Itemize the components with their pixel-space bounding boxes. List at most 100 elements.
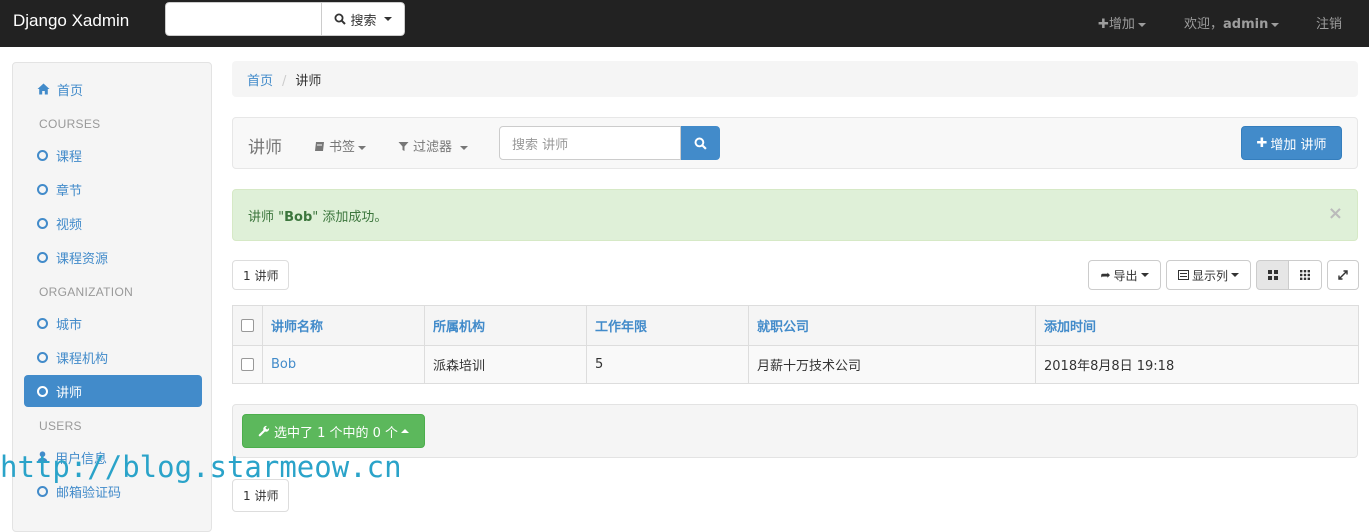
username: admin	[1223, 17, 1269, 32]
sidebar-item-label: 首页	[57, 83, 84, 99]
compact-view-button[interactable]	[1289, 260, 1322, 290]
teacher-name-link[interactable]: Bob	[271, 357, 296, 372]
sidebar-item-teachers[interactable]: 讲师	[24, 375, 202, 407]
sidebar-item-course-orgs[interactable]: 课程机构	[24, 341, 202, 373]
user-menu[interactable]: 欢迎，admin	[1184, 13, 1280, 32]
chevron-down-icon	[1231, 273, 1239, 277]
breadcrumb-separator: /	[282, 74, 287, 89]
column-header[interactable]: 工作年限	[586, 305, 749, 346]
sidebar-item-videos[interactable]: 视频	[24, 207, 202, 239]
nav-add-label: 增加	[1108, 17, 1135, 32]
sidebar-item-label: 讲师	[56, 385, 83, 401]
sidebar-item-course-resources[interactable]: 课程资源	[24, 241, 202, 273]
sidebar-section-header: COURSES	[39, 117, 101, 131]
grid-small-icon	[1300, 270, 1310, 280]
add-teacher-label: 增加 讲师	[1270, 137, 1327, 153]
table-cell: Bob	[262, 345, 425, 384]
sidebar-item-home[interactable]: 首页	[24, 73, 202, 105]
list-search-button[interactable]	[681, 126, 720, 160]
share-icon: ➦	[1100, 268, 1111, 282]
grid-view-button[interactable]	[1256, 260, 1289, 290]
list-icon	[1177, 270, 1189, 280]
add-teacher-button[interactable]: ✚ 增加 讲师	[1241, 126, 1342, 160]
chevron-down-icon	[1271, 22, 1280, 27]
select-all-checkbox[interactable]	[241, 319, 254, 332]
filter-icon	[398, 142, 409, 151]
export-label: 导出	[1113, 268, 1138, 283]
circle-icon	[37, 183, 48, 195]
circle-icon	[37, 251, 48, 263]
chevron-down-icon	[1137, 22, 1146, 27]
logout-link[interactable]: 注销	[1316, 13, 1342, 32]
export-button[interactable]: ➦ 导出	[1088, 260, 1161, 290]
breadcrumb-current: 讲师	[295, 74, 322, 89]
success-alert: 讲师 "Bob" 添加成功。 ×	[232, 189, 1358, 241]
column-header[interactable]: 所属机构	[424, 305, 587, 346]
filters-label: 过滤器	[413, 140, 453, 155]
sidebar-item-courses[interactable]: 课程	[24, 139, 202, 171]
table-header-row: 讲师名称 所属机构 工作年限 就职公司 添加时间	[232, 305, 1359, 346]
filters-menu[interactable]: 过滤器	[398, 136, 469, 155]
search-icon	[694, 137, 707, 150]
sidebar-item-label: 课程	[56, 149, 83, 165]
brand-logo[interactable]: Django Xadmin	[13, 11, 129, 31]
list-toolbar: 讲师 书签 过滤器 搜索 讲师 ✚ 增加 讲师	[232, 117, 1358, 169]
table-cell: 派森培训	[424, 345, 587, 384]
column-header[interactable]: 讲师名称	[262, 305, 425, 346]
sidebar-item-cities[interactable]: 城市	[24, 307, 202, 339]
close-icon[interactable]: ×	[1328, 203, 1343, 224]
sidebar-item-label: 章节	[56, 183, 83, 199]
circle-icon	[37, 317, 48, 329]
nav-add-menu[interactable]: ✚增加	[1098, 13, 1146, 32]
sidebar-item-label: 视频	[56, 217, 83, 233]
chevron-down-icon	[1140, 273, 1149, 277]
bulk-action-label: 选中了 1 个中的 0 个	[273, 425, 399, 441]
chevron-down-icon	[383, 17, 392, 21]
sidebar-item-label: 课程资源	[56, 251, 109, 267]
sidebar-item-label: 邮箱验证码	[56, 485, 122, 501]
columns-label: 显示列	[1191, 268, 1228, 283]
table-cell: 月薪十万技术公司	[748, 345, 1036, 384]
sidebar-item-label: 课程机构	[56, 351, 109, 367]
result-count: 1 讲师	[232, 260, 290, 290]
bookmarks-label: 书签	[329, 140, 356, 155]
view-mode-toggle	[1256, 260, 1322, 290]
table-row: Bob 派森培训 5 月薪十万技术公司 2018年8月8日 19:18	[232, 345, 1359, 384]
welcome-text: 欢迎，	[1184, 17, 1224, 32]
global-search-input[interactable]	[165, 2, 322, 36]
table-cell: 5	[586, 345, 749, 384]
global-search-label: 搜索	[350, 13, 377, 29]
alert-item-name: Bob	[284, 210, 313, 225]
circle-icon	[37, 385, 48, 397]
global-search-button[interactable]: 搜索	[322, 2, 405, 36]
column-header[interactable]: 就职公司	[748, 305, 1036, 346]
watermark-text: http://blog.starmeow.cn	[0, 450, 402, 484]
list-search-input[interactable]: 搜索 讲师	[499, 126, 681, 160]
sidebar-item-chapters[interactable]: 章节	[24, 173, 202, 205]
book-icon	[315, 142, 324, 151]
search-icon	[334, 13, 347, 25]
row-select-cell	[232, 345, 263, 384]
bulk-action-button[interactable]: 选中了 1 个中的 0 个	[242, 414, 425, 448]
alert-text-prefix: 讲师 "	[248, 210, 285, 225]
results-table: 讲师名称 所属机构 工作年限 就职公司 添加时间 Bob 派森培训 5 月薪十万…	[232, 305, 1359, 384]
select-all-cell	[232, 305, 263, 346]
columns-button[interactable]: 显示列	[1166, 260, 1251, 290]
alert-text-suffix: " 添加成功。	[312, 210, 388, 225]
sidebar-section-header: USERS	[39, 419, 82, 433]
row-checkbox[interactable]	[241, 358, 254, 371]
circle-icon	[37, 485, 48, 497]
circle-icon	[37, 351, 48, 363]
plus-icon: ✚	[1098, 17, 1109, 32]
table-cell: 2018年8月8日 19:18	[1035, 345, 1359, 384]
column-header[interactable]: 添加时间	[1035, 305, 1359, 346]
circle-icon	[37, 149, 48, 161]
breadcrumb-home[interactable]: 首页	[247, 74, 273, 89]
chevron-up-icon	[401, 429, 410, 433]
bookmarks-menu[interactable]: 书签	[314, 136, 367, 155]
chevron-down-icon	[358, 145, 367, 150]
breadcrumb: 首页 / 讲师	[232, 61, 1358, 97]
expand-icon	[1338, 270, 1348, 280]
fullscreen-button[interactable]	[1327, 260, 1359, 290]
global-search: 搜索	[165, 2, 405, 36]
